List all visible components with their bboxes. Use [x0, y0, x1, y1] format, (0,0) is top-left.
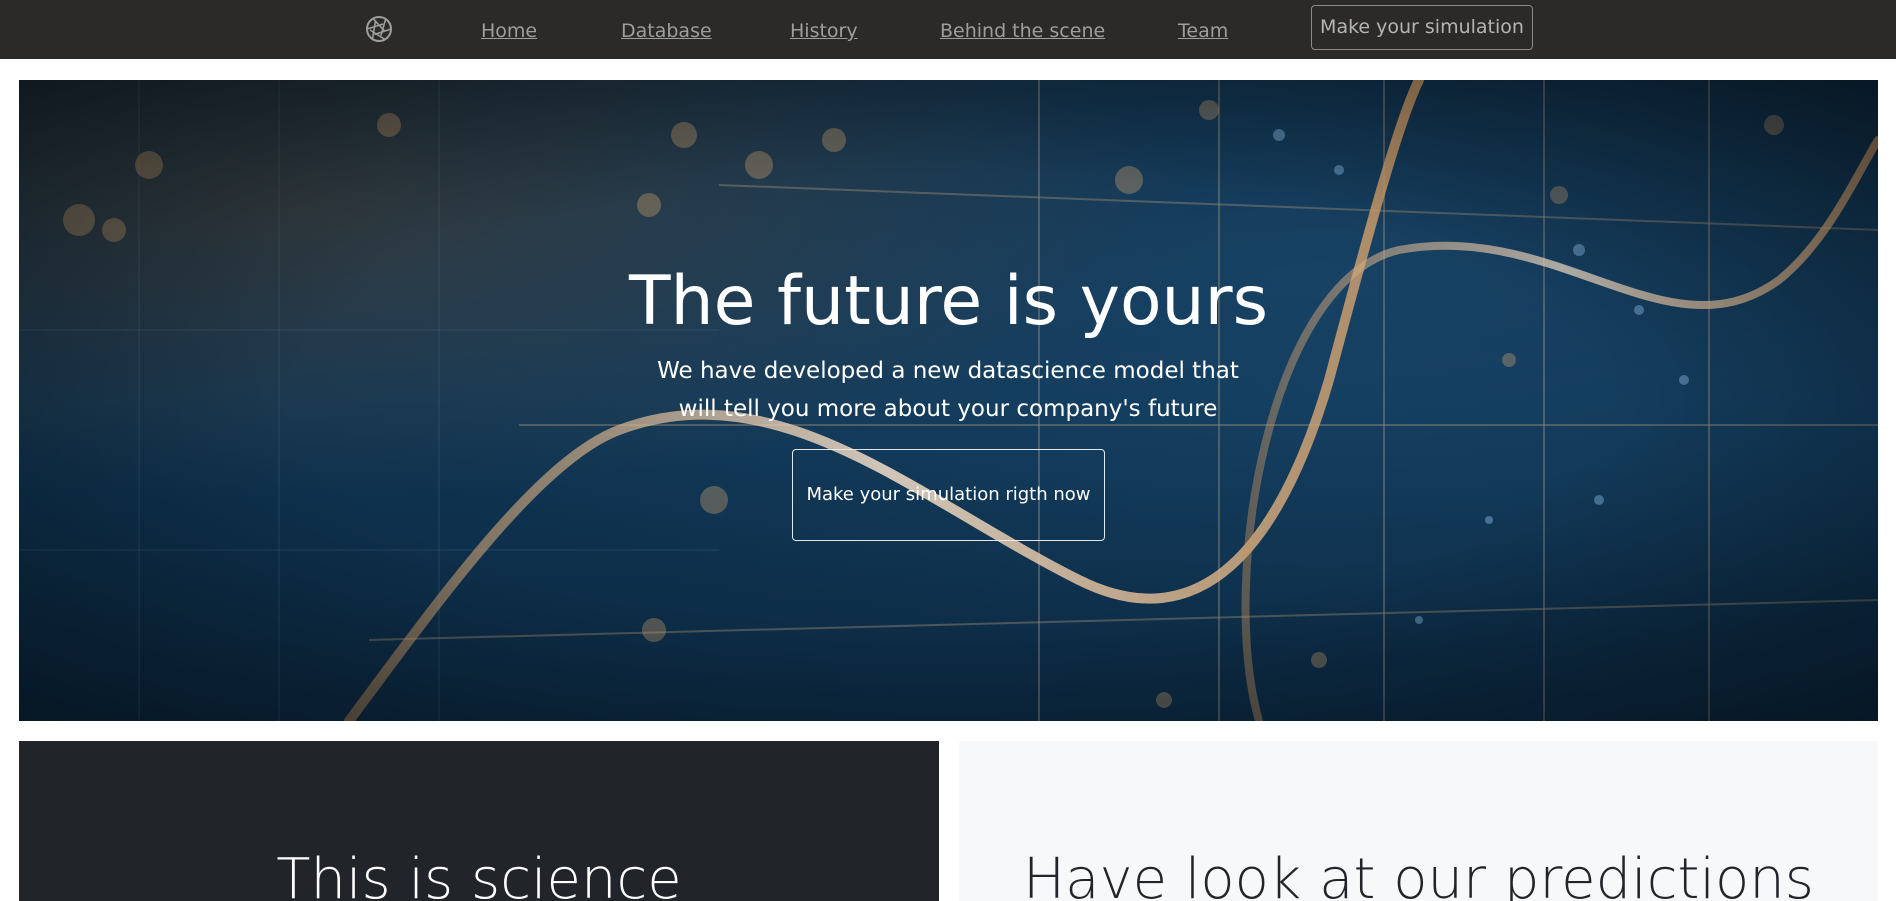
navbar: Home Database History Behind the scene T…: [0, 0, 1896, 59]
hero-title: The future is yours: [628, 262, 1269, 341]
nav-link-behind-the-scene[interactable]: Behind the scene: [940, 20, 1105, 42]
nav-link-database[interactable]: Database: [621, 20, 712, 42]
hero-banner: The future is yours We have developed a …: [19, 80, 1878, 721]
predictions-title: Have look at our predictions: [1023, 847, 1814, 901]
aperture-icon[interactable]: [364, 14, 394, 44]
science-title: This is science: [276, 847, 682, 901]
make-simulation-button[interactable]: Make your simulation: [1311, 5, 1533, 50]
nav-link-home[interactable]: Home: [481, 20, 537, 42]
science-panel: This is science: [19, 741, 939, 901]
nav-link-history[interactable]: History: [790, 20, 858, 42]
hero-subtitle: We have developed a new datascience mode…: [657, 358, 1239, 422]
predictions-panel: Have look at our predictions: [959, 741, 1878, 901]
nav-link-team[interactable]: Team: [1178, 20, 1228, 42]
make-simulation-now-button[interactable]: Make your simulation rigth now: [792, 449, 1105, 541]
